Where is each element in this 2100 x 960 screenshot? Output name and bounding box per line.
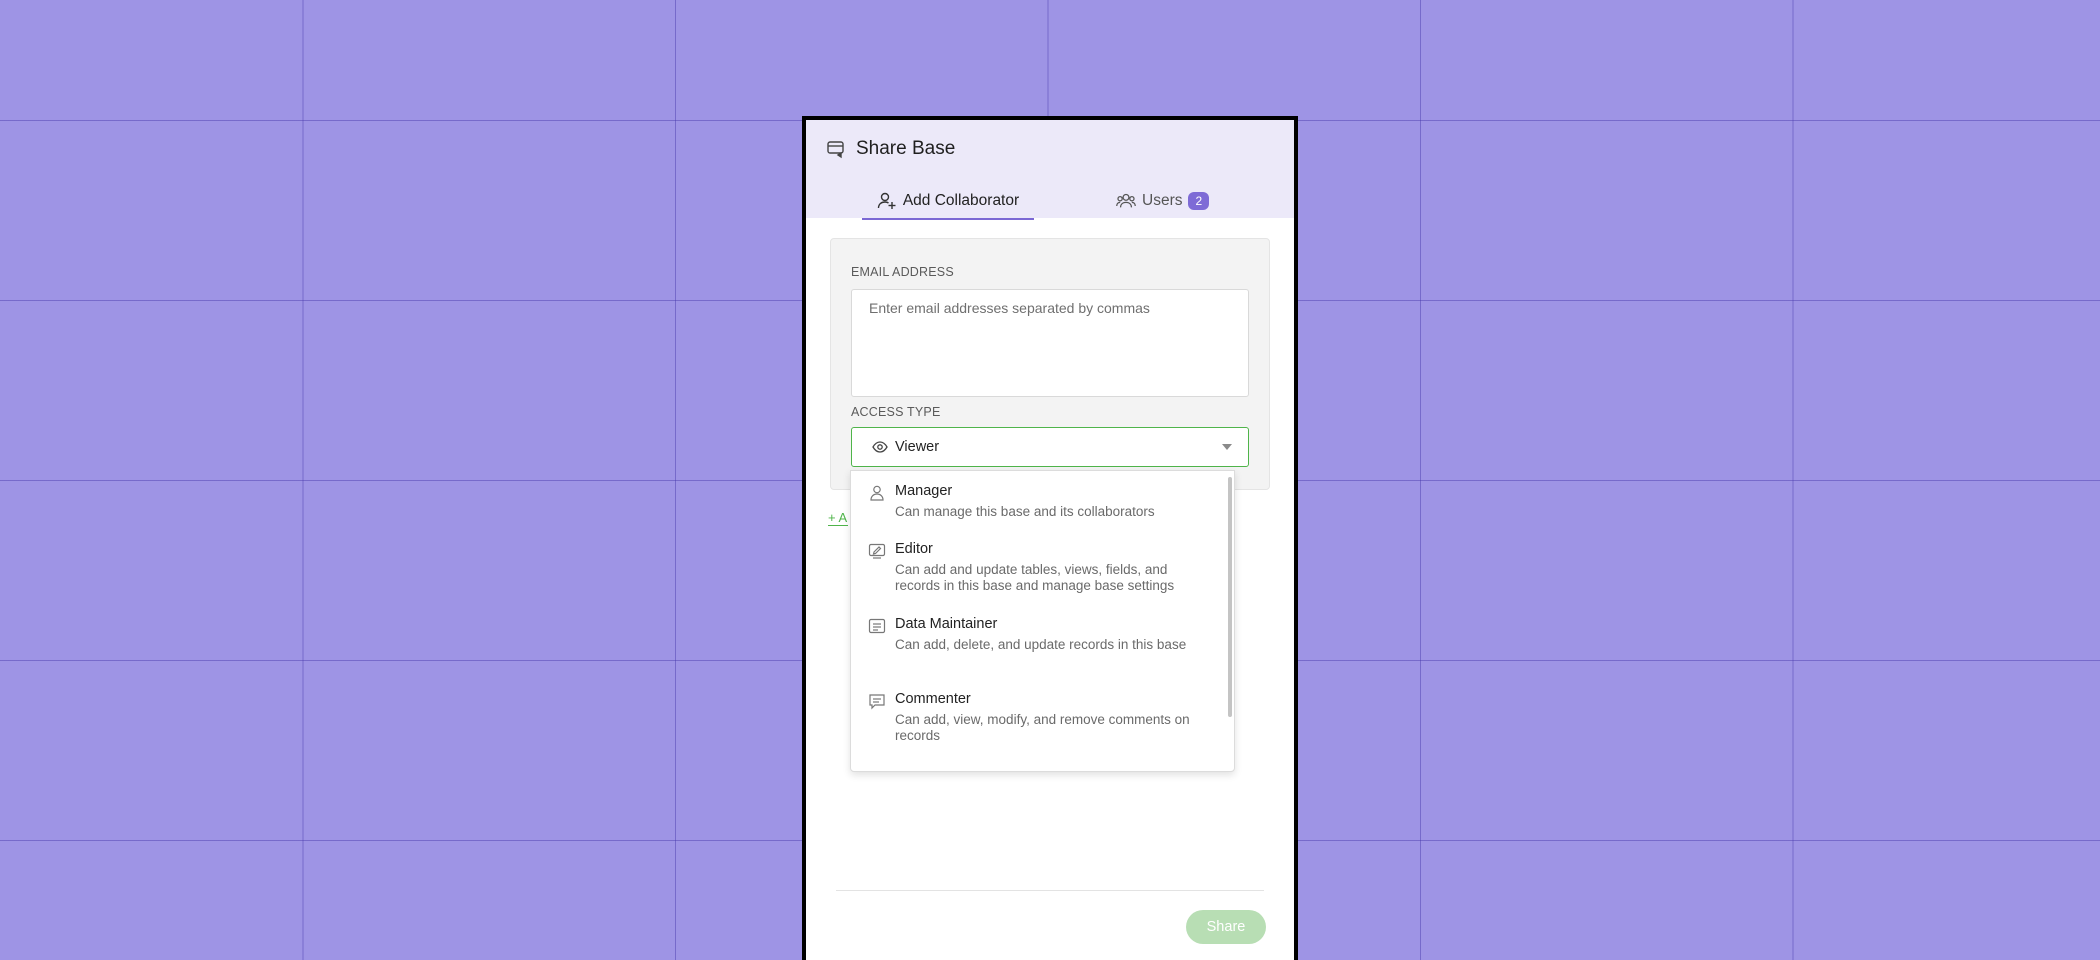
access-type-dropdown: Manager Can manage this base and its col… — [850, 470, 1235, 772]
tab-add-collaborator-label: Add Collaborator — [902, 192, 1020, 209]
modal-header: Share Base Add Collaborator Users 2 — [806, 120, 1294, 220]
option-manager[interactable]: Manager Can manage this base and its col… — [851, 482, 1221, 520]
comment-icon — [869, 694, 885, 710]
option-data-maintainer[interactable]: Data Maintainer Can add, delete, and upd… — [851, 615, 1221, 653]
access-type-select[interactable]: Viewer — [851, 427, 1249, 467]
data-icon — [868, 618, 886, 634]
option-description: Can add and update tables, views, fields… — [895, 562, 1175, 593]
editor-icon — [868, 543, 886, 559]
option-commenter[interactable]: Commenter Can add, view, modify, and rem… — [851, 690, 1221, 744]
option-editor[interactable]: Editor Can add and update tables, views,… — [851, 540, 1221, 594]
option-description: Can add, view, modify, and remove commen… — [895, 712, 1190, 743]
modal-title: Share Base — [856, 138, 956, 159]
eye-icon — [872, 441, 888, 453]
dropdown-scrollbar[interactable] — [1228, 477, 1232, 717]
access-type-value: Viewer — [895, 439, 940, 455]
share-base-icon — [827, 141, 844, 159]
users-count-badge: 2 — [1188, 192, 1210, 210]
option-name: Manager — [895, 483, 953, 499]
option-name: Data Maintainer — [895, 616, 998, 632]
title-row: Share Base — [826, 138, 955, 160]
email-field[interactable] — [851, 289, 1249, 397]
share-button[interactable]: Share — [1186, 910, 1266, 944]
option-name: Commenter — [895, 691, 971, 707]
option-description: Can manage this base and its collaborato… — [895, 504, 1155, 519]
add-more-link[interactable]: + A — [828, 510, 848, 526]
email-label: EMAIL ADDRESS — [851, 265, 954, 279]
option-name: Editor — [895, 541, 933, 557]
footer-divider — [836, 890, 1264, 891]
option-description: Can add, delete, and update records in t… — [895, 637, 1187, 652]
users-icon — [1116, 193, 1136, 208]
tab-add-collaborator[interactable]: Add Collaborator — [862, 186, 1034, 220]
share-base-modal: Share Base Add Collaborator Users 2 EMAI… — [802, 116, 1298, 960]
user-icon — [870, 485, 884, 501]
tab-users-label: Users — [1142, 192, 1183, 209]
chevron-down-icon — [1222, 444, 1232, 450]
add-collaborator-form: EMAIL ADDRESS ACCESS TYPE Viewer — [830, 238, 1270, 490]
add-user-icon — [877, 192, 896, 209]
access-type-label: ACCESS TYPE — [851, 405, 941, 419]
tab-users[interactable]: Users 2 — [1116, 186, 1210, 216]
